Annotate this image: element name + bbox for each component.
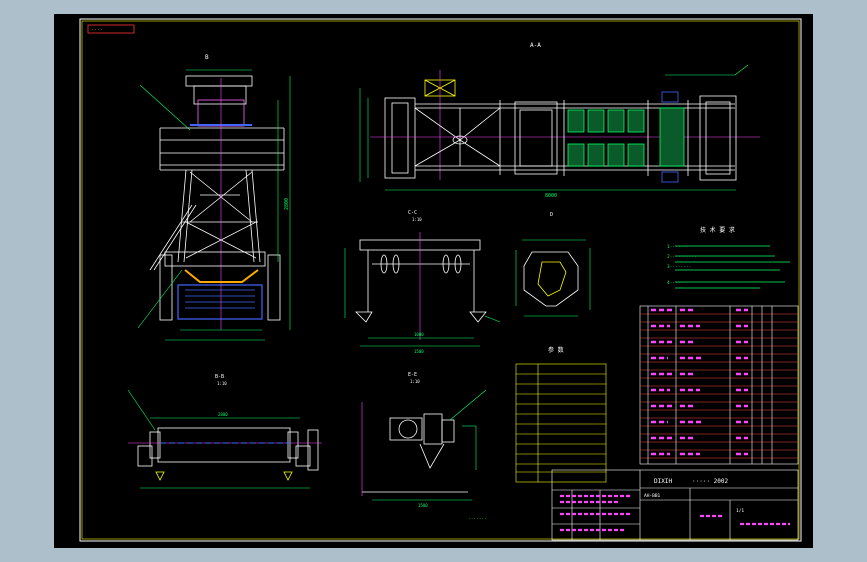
cc-scale: 1:10: [412, 217, 422, 222]
side-height-dim: 2800: [284, 198, 290, 210]
sheet-number: 1/1: [736, 508, 744, 514]
top-total-dim: 8000: [545, 193, 557, 199]
param-title: 参 数: [548, 346, 564, 354]
cc-view-label: C-C: [408, 210, 417, 216]
school-name: DIXIH: [654, 478, 672, 485]
side-view-label: B: [205, 54, 209, 61]
bb-width-dim: 2800: [218, 412, 228, 417]
drawing-sheet: [54, 14, 813, 548]
ee-view-label: E-E: [408, 372, 417, 378]
ee-width-dim: 1500: [418, 503, 428, 508]
drawing-name: ····· 2002: [692, 478, 729, 485]
tech-note-3: 3········: [667, 264, 691, 270]
top-view-label: A-A: [530, 42, 541, 49]
cc-width-1: 1000: [414, 332, 424, 337]
tech-note-4: 4······: [667, 280, 686, 286]
bb-scale: 1:10: [217, 381, 227, 386]
d-view-label: D: [550, 212, 553, 218]
bottom-note: ·······: [468, 517, 487, 522]
bb-view-label: B-B: [215, 374, 224, 380]
drawing-code: AH-BB1: [644, 493, 661, 499]
ee-scale: 1:10: [410, 379, 420, 384]
tech-notes-title: 技 术 要 求: [700, 226, 735, 234]
cc-width-2: 1500: [414, 349, 424, 354]
cad-drawing-canvas: ···· B 2800 A-A 8000 C-C 1:10 1000 1500 …: [54, 14, 813, 548]
corner-tag: ····: [91, 28, 103, 34]
tech-note-1: 1·······: [667, 244, 689, 250]
tech-note-2: 2··········: [667, 254, 697, 260]
